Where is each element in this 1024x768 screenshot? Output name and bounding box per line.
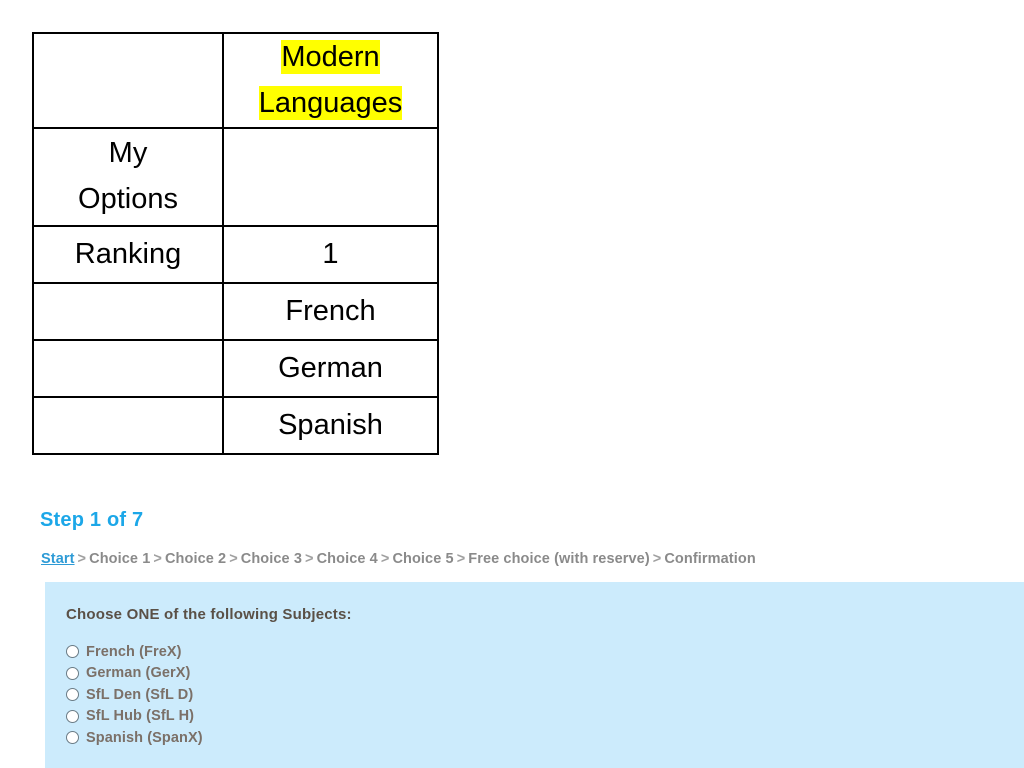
highlight-line-2: Languages <box>258 85 403 120</box>
radio-button-icon[interactable] <box>66 666 79 680</box>
breadcrumb-separator-4: > <box>380 551 390 567</box>
table-cell-subject-2-label <box>32 339 224 398</box>
radio-option-sfl-hub[interactable]: SfL Hub (SfL H) <box>66 706 203 728</box>
table-row-header: Modern Languages <box>32 32 439 129</box>
choice-panel-title: Choose ONE of the following Subjects: <box>66 606 352 623</box>
breadcrumb-item-choice-2: Choice 2 <box>164 551 227 567</box>
table-cell-subject-1-value: French <box>222 282 439 341</box>
table-row-subject-1: French <box>32 282 439 341</box>
page-root: Modern Languages My Options Ranking 1 Fr… <box>0 0 1024 768</box>
radio-option-german[interactable]: German (GerX) <box>66 663 203 685</box>
options-table-container: Modern Languages My Options Ranking 1 Fr… <box>32 32 439 455</box>
breadcrumb-item-choice-4: Choice 4 <box>316 551 378 567</box>
table-cell-subject-1-label <box>32 282 224 341</box>
radio-label-german: German (GerX) <box>86 665 191 682</box>
breadcrumb-separator-2: > <box>229 551 238 567</box>
breadcrumb-separator-1: > <box>153 551 162 567</box>
breadcrumb-separator-3: > <box>305 551 314 567</box>
subject-radio-group[interactable]: French (FreX) German (GerX) SfL Den (SfL… <box>66 641 203 749</box>
breadcrumb-separator-0: > <box>77 551 87 567</box>
radio-button-icon[interactable] <box>66 645 79 659</box>
table-row-subject-2: German <box>32 339 439 398</box>
table-cell-my-options-value <box>222 127 439 227</box>
table-cell-subject-3-value: Spanish <box>222 396 439 455</box>
radio-button-icon[interactable] <box>66 709 79 723</box>
table-cell-ranking-value: 1 <box>222 225 439 284</box>
breadcrumb-item-choice-3: Choice 3 <box>240 551 303 567</box>
my-options-line-1: My <box>108 137 148 170</box>
breadcrumb-item-confirmation: Confirmation <box>664 551 756 567</box>
choice-panel: Choose ONE of the following Subjects: Fr… <box>45 582 1024 768</box>
radio-button-icon[interactable] <box>66 731 79 745</box>
breadcrumb-separator-6: > <box>652 551 662 567</box>
highlight-line-1: Modern <box>281 39 380 74</box>
my-options-line-2: Options <box>78 183 178 215</box>
table-row-my-options: My Options <box>32 127 439 227</box>
table-cell-header-label <box>32 32 224 129</box>
table-cell-my-options-label: My Options <box>32 127 224 227</box>
table-cell-header-subject: Modern Languages <box>222 32 439 129</box>
table-row-subject-3: Spanish <box>32 396 439 455</box>
radio-label-spanish: Spanish (SpanX) <box>86 729 203 746</box>
table-cell-subject-3-label <box>32 396 224 455</box>
radio-label-sfl-den: SfL Den (SfL D) <box>86 686 194 703</box>
table-cell-subject-2-value: German <box>222 339 439 398</box>
breadcrumb-link-start[interactable]: Start <box>41 551 75 567</box>
table-cell-ranking-label: Ranking <box>32 225 224 284</box>
breadcrumb-item-choice-5: Choice 5 <box>392 551 454 567</box>
radio-label-sfl-hub: SfL Hub (SfL H) <box>86 708 195 725</box>
step-heading: Step 1 of 7 <box>40 509 144 531</box>
table-row-ranking: Ranking 1 <box>32 225 439 284</box>
options-table: Modern Languages My Options Ranking 1 Fr… <box>32 32 439 455</box>
breadcrumb: Start > Choice 1 > Choice 2 > Choice 3 > Choice … <box>41 551 756 567</box>
radio-option-spanish[interactable]: Spanish (SpanX) <box>66 727 203 749</box>
radio-label-french: French (FreX) <box>86 643 182 660</box>
radio-button-icon[interactable] <box>66 688 79 702</box>
breadcrumb-separator-5: > <box>456 551 466 567</box>
radio-option-sfl-den[interactable]: SfL Den (SfL D) <box>66 684 203 706</box>
radio-option-french[interactable]: French (FreX) <box>66 641 203 663</box>
breadcrumb-item-choice-1: Choice 1 <box>89 551 151 567</box>
breadcrumb-item-free-choice: Free choice (with reserve) <box>468 551 650 567</box>
